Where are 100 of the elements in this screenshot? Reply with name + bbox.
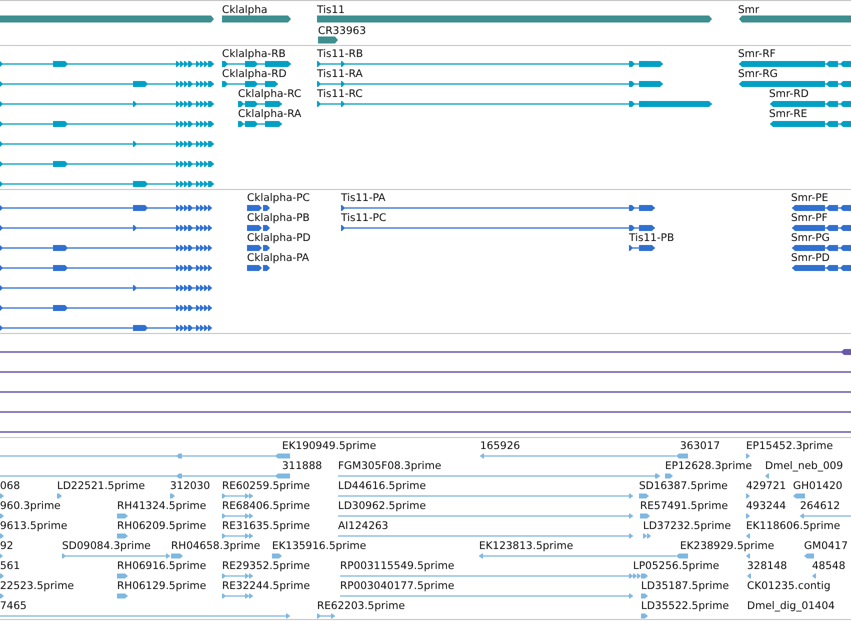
est-glyph[interactable]: [480, 454, 676, 458]
transcript-glyph[interactable]: [0, 245, 212, 251]
est-glyph[interactable]: [676, 554, 688, 558]
transcript-glyph[interactable]: [238, 101, 282, 107]
transcript-glyph[interactable]: [247, 245, 270, 251]
est-glyph[interactable]: [0, 594, 4, 598]
est-glyph[interactable]: [340, 594, 633, 598]
est-glyph[interactable]: [746, 534, 750, 538]
transcript-glyph[interactable]: [317, 61, 663, 67]
est-glyph[interactable]: [340, 574, 633, 578]
est-glyph[interactable]: [665, 474, 673, 478]
feature-label: Dmel_neb_009: [765, 460, 844, 472]
gene-glyph[interactable]: [318, 36, 338, 44]
feature-label: 92: [0, 540, 14, 552]
est-glyph[interactable]: [338, 514, 633, 518]
est-glyph[interactable]: [0, 534, 4, 538]
est-glyph[interactable]: [676, 454, 688, 458]
est-glyph[interactable]: [746, 494, 750, 498]
est-glyph[interactable]: [640, 514, 650, 518]
transcript-glyph[interactable]: [0, 265, 212, 271]
est-glyph[interactable]: [62, 554, 170, 558]
est-glyph[interactable]: [0, 614, 290, 618]
transcript-glyph[interactable]: [0, 161, 214, 167]
transcript-glyph[interactable]: [770, 121, 851, 127]
est-glyph[interactable]: [0, 454, 290, 458]
transcript-glyph[interactable]: [317, 101, 712, 107]
est-glyph[interactable]: [222, 534, 253, 538]
est-glyph[interactable]: [117, 594, 128, 598]
est-glyph[interactable]: [641, 614, 648, 618]
feature-label: Dmel_dig_01404: [747, 600, 835, 612]
feature-label: Cklalpha-PA: [247, 252, 310, 264]
transcript-glyph[interactable]: [247, 225, 270, 231]
transcript-glyph[interactable]: [247, 265, 270, 271]
transcript-glyph[interactable]: [0, 325, 212, 331]
est-glyph[interactable]: [338, 474, 660, 478]
transcript-glyph[interactable]: [739, 61, 851, 67]
est-glyph[interactable]: [633, 574, 648, 578]
feature-label: Smr-RF: [738, 48, 776, 60]
est-glyph[interactable]: [765, 474, 769, 478]
transcript-glyph[interactable]: [222, 81, 278, 87]
feature-label: 7465: [0, 600, 27, 612]
transcript-glyph[interactable]: [0, 285, 212, 291]
transcript-glyph[interactable]: [792, 225, 851, 231]
est-glyph[interactable]: [117, 534, 128, 538]
est-glyph[interactable]: [170, 494, 175, 498]
transcript-glyph[interactable]: [0, 101, 214, 107]
est-glyph[interactable]: [117, 574, 128, 578]
est-glyph[interactable]: [222, 574, 253, 578]
transcript-glyph[interactable]: [792, 205, 851, 211]
transcript-glyph[interactable]: [0, 205, 212, 211]
est-glyph[interactable]: [57, 494, 62, 498]
transcript-glyph[interactable]: [222, 61, 291, 67]
est-glyph[interactable]: [793, 494, 805, 498]
transcript-glyph[interactable]: [770, 101, 851, 107]
est-glyph[interactable]: [0, 574, 4, 578]
transcript-glyph[interactable]: [739, 81, 851, 87]
transcript-glyph[interactable]: [0, 81, 214, 87]
est-glyph[interactable]: [479, 554, 676, 558]
transcript-glyph[interactable]: [317, 81, 663, 87]
est-glyph[interactable]: [643, 534, 651, 538]
est-glyph[interactable]: [0, 494, 4, 498]
transcript-glyph[interactable]: [0, 61, 214, 67]
est-glyph[interactable]: [641, 594, 648, 598]
transcript-glyph[interactable]: [792, 265, 851, 271]
est-glyph[interactable]: [338, 494, 633, 498]
est-glyph[interactable]: [272, 554, 282, 558]
feature-label: RH06129.5prime: [117, 580, 206, 592]
transcript-glyph[interactable]: [0, 181, 214, 187]
transcript-glyph[interactable]: [341, 205, 655, 211]
feature-label: Cklalpha-PC: [247, 192, 310, 204]
est-glyph[interactable]: [0, 474, 290, 478]
est-glyph[interactable]: [222, 594, 253, 598]
est-glyph[interactable]: [746, 554, 750, 558]
est-glyph[interactable]: [317, 614, 335, 618]
est-glyph[interactable]: [747, 574, 751, 578]
est-glyph[interactable]: [222, 514, 253, 518]
feature-glyph[interactable]: [841, 349, 851, 355]
transcript-glyph[interactable]: [0, 305, 212, 311]
feature-label: Tis11-PB: [629, 232, 674, 244]
est-glyph[interactable]: [746, 514, 750, 518]
est-glyph[interactable]: [800, 514, 851, 518]
transcript-glyph[interactable]: [238, 121, 282, 127]
est-glyph[interactable]: [804, 554, 814, 558]
est-glyph[interactable]: [812, 574, 816, 578]
est-glyph[interactable]: [639, 494, 649, 498]
transcript-glyph[interactable]: [0, 121, 214, 127]
est-glyph[interactable]: [746, 454, 750, 458]
transcript-glyph[interactable]: [792, 245, 851, 251]
feature-label: GM0417: [804, 540, 848, 552]
transcript-glyph[interactable]: [0, 225, 212, 231]
est-glyph[interactable]: [222, 494, 253, 498]
transcript-glyph[interactable]: [629, 245, 655, 251]
transcript-glyph[interactable]: [341, 225, 655, 231]
est-glyph[interactable]: [117, 514, 128, 518]
transcript-glyph[interactable]: [0, 141, 214, 147]
transcript-glyph[interactable]: [247, 205, 270, 211]
est-glyph[interactable]: [0, 554, 3, 558]
est-glyph[interactable]: [338, 534, 633, 538]
est-glyph[interactable]: [0, 514, 4, 518]
gene-glyph[interactable]: [222, 16, 291, 22]
